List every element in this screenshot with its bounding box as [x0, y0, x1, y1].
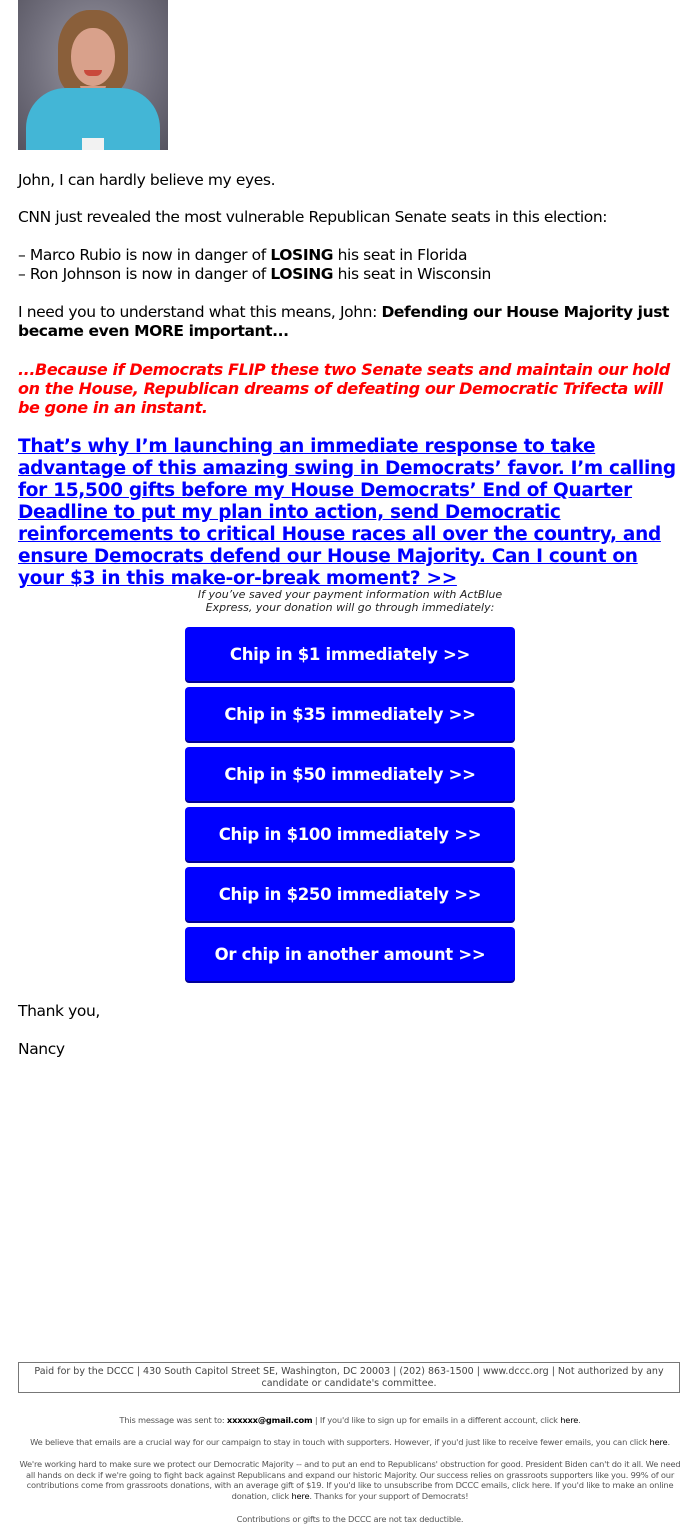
- list-emphasis: LOSING: [270, 265, 334, 283]
- sent-to-text: | If you'd like to sign up for emails in…: [312, 1415, 561, 1425]
- online-donation-link[interactable]: here: [291, 1491, 309, 1501]
- fewer-emails-notice: We believe that emails are a crucial way…: [30, 1437, 670, 1447]
- donate-cta-link[interactable]: That’s why I’m launching an immediate re…: [18, 436, 683, 590]
- fewer-emails-text: We believe that emails are a crucial way…: [30, 1437, 650, 1447]
- fewer-emails-link[interactable]: here: [650, 1437, 668, 1447]
- actblue-express-note: If you’ve saved your payment information…: [197, 588, 503, 614]
- intro-text: CNN just revealed the most vulnerable Re…: [18, 208, 608, 226]
- working-hard-notice: We're working hard to make sure we prote…: [14, 1459, 686, 1501]
- signup-different-account-link[interactable]: here: [560, 1415, 578, 1425]
- tax-notice: Contributions or gifts to the DCCC are n…: [236, 1514, 464, 1524]
- donate-other-amount-button[interactable]: Or chip in another amount >>: [185, 927, 515, 981]
- list-emphasis: LOSING: [270, 246, 334, 264]
- donate-100-button[interactable]: Chip in $100 immediately >>: [185, 807, 515, 861]
- signature: Nancy: [18, 1040, 65, 1058]
- red-paragraph: ...Because if Democrats FLIP these two S…: [18, 360, 670, 417]
- need-text: I need you to understand what this means…: [18, 303, 382, 321]
- photo-face: [71, 28, 115, 86]
- donate-35-button[interactable]: Chip in $35 immediately >>: [185, 687, 515, 741]
- sent-to-notice: This message was sent to: xxxxxx@gmail.c…: [119, 1415, 581, 1425]
- donate-250-button[interactable]: Chip in $250 immediately >>: [185, 867, 515, 921]
- list-item: – Marco Rubio is now in danger of LOSING…: [18, 246, 683, 265]
- sent-to-label: This message was sent to:: [119, 1415, 227, 1425]
- list-text: his seat in Wisconsin: [333, 265, 492, 283]
- list-text: his seat in Florida: [333, 246, 468, 264]
- list-text: – Ron Johnson is now in danger of: [18, 265, 271, 283]
- paid-for-disclaimer: Paid for by the DCCC | 430 South Capitol…: [18, 1362, 680, 1393]
- donate-50-button[interactable]: Chip in $50 immediately >>: [185, 747, 515, 801]
- list-item: – Ron Johnson is now in danger of LOSING…: [18, 265, 683, 284]
- recipient-email: xxxxxx@gmail.com: [226, 1415, 313, 1425]
- greeting: John, I can hardly believe my eyes.: [18, 171, 276, 189]
- list-text: – Marco Rubio is now in danger of: [18, 246, 271, 264]
- portrait-photo: [18, 0, 168, 150]
- photo-shirt: [82, 138, 104, 150]
- donate-1-button[interactable]: Chip in $1 immediately >>: [185, 627, 515, 681]
- working-hard-text-end: . Thanks for your support of Democrats!: [309, 1490, 469, 1501]
- need-paragraph: I need you to understand what this means…: [18, 303, 683, 341]
- signoff: Thank you,: [18, 1002, 100, 1020]
